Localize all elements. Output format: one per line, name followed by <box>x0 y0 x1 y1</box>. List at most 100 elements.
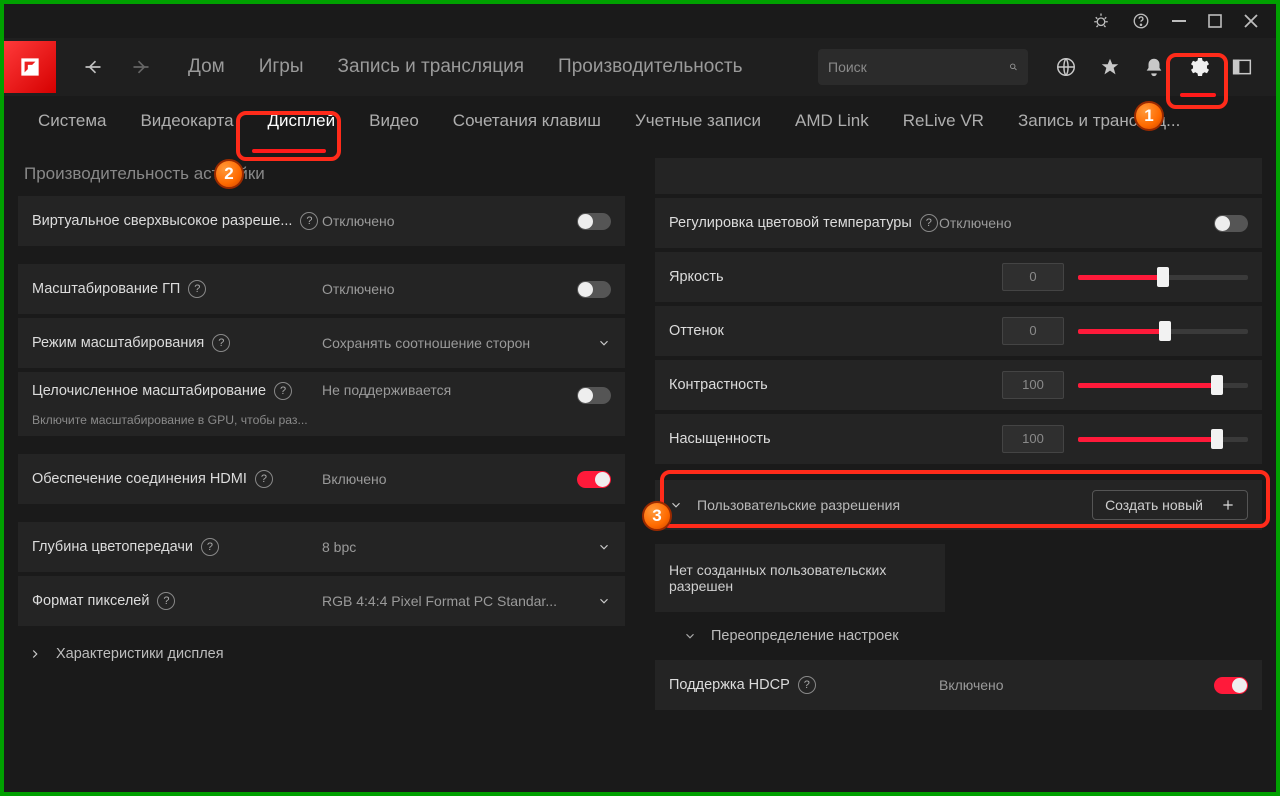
dock-icon[interactable] <box>1222 47 1262 87</box>
search-box[interactable] <box>818 49 1028 85</box>
chevron-down-icon <box>683 629 697 643</box>
create-new-button[interactable]: Создать новый <box>1092 490 1248 520</box>
row-hdcp: Поддержка HDCP? Включено <box>655 660 1262 714</box>
nav-stream[interactable]: Запись и трансляция <box>322 46 541 88</box>
label-contrast: Контрастность <box>669 377 768 393</box>
nav-back-button[interactable] <box>72 45 114 89</box>
row-depth[interactable]: Глубина цветопередачи? 8 bpc <box>18 522 625 576</box>
annotation-badge-3: 3 <box>642 501 672 531</box>
row-custom-resolutions[interactable]: Пользовательские разрешения Создать новы… <box>655 480 1262 530</box>
slider-hue[interactable] <box>1078 329 1248 334</box>
help-icon[interactable] <box>1132 12 1150 30</box>
search-input[interactable] <box>828 59 1009 75</box>
tab-relivevr[interactable]: ReLive VR <box>887 97 1000 145</box>
toggle-hdmi[interactable] <box>577 471 611 488</box>
section-title: Производительность астройки <box>18 158 625 196</box>
value-depth: 8 bpc <box>322 539 597 555</box>
chevron-down-icon <box>597 540 611 554</box>
help-icon[interactable]: ? <box>201 538 219 556</box>
minimize-icon[interactable] <box>1172 14 1186 28</box>
label-hue: Оттенок <box>669 323 724 339</box>
num-hue[interactable]: 0 <box>1002 317 1064 345</box>
search-icon <box>1009 59 1018 75</box>
sub-tabs: Система Видеокарта Дисплей Видео Сочетан… <box>4 96 1276 146</box>
bug-icon[interactable] <box>1092 12 1110 30</box>
slider-brightness[interactable] <box>1078 275 1248 280</box>
row-intscale: Целочисленное масштабирование? Не поддер… <box>18 372 625 440</box>
tab-display[interactable]: Дисплей <box>252 97 352 145</box>
tab-stream[interactable]: Запись и трансляц... <box>1002 97 1196 145</box>
num-brightness[interactable]: 0 <box>1002 263 1064 291</box>
toggle-vsr[interactable] <box>577 213 611 230</box>
help-icon[interactable]: ? <box>157 592 175 610</box>
label-saturation: Насыщенность <box>669 431 771 447</box>
label-gpuscale: Масштабирование ГП <box>32 281 180 297</box>
nav-performance[interactable]: Производительность <box>542 46 758 88</box>
help-icon[interactable]: ? <box>212 334 230 352</box>
label-pixfmt: Формат пикселей <box>32 593 149 609</box>
help-icon[interactable]: ? <box>274 382 292 400</box>
sub-intscale: Включите масштабирование в GPU, чтобы ра… <box>32 413 611 427</box>
row-pixfmt[interactable]: Формат пикселей? RGB 4:4:4 Pixel Format … <box>18 576 625 630</box>
annotation-badge-2: 2 <box>214 159 244 189</box>
label-depth: Глубина цветопередачи <box>32 539 193 555</box>
label-custom-res: Пользовательские разрешения <box>697 497 900 513</box>
toggle-hdcp[interactable] <box>1214 677 1248 694</box>
annotation-badge-1: 1 <box>1134 101 1164 131</box>
label-intscale: Целочисленное масштабирование <box>32 383 266 399</box>
num-contrast[interactable]: 100 <box>1002 371 1064 399</box>
help-icon[interactable]: ? <box>798 676 816 694</box>
toolbar-icons <box>1046 47 1262 87</box>
tab-amdlink[interactable]: AMD Link <box>779 97 885 145</box>
tab-system[interactable]: Система <box>22 97 122 145</box>
nav-home[interactable]: Дом <box>172 46 241 88</box>
tab-accounts[interactable]: Учетные записи <box>619 97 777 145</box>
top-toolbar: Дом Игры Запись и трансляция Производите… <box>4 38 1276 96</box>
tab-hotkeys[interactable]: Сочетания клавиш <box>437 97 617 145</box>
help-icon[interactable]: ? <box>255 470 273 488</box>
label-scalemode: Режим масштабирования <box>32 335 204 351</box>
star-icon[interactable] <box>1090 47 1130 87</box>
window-controls <box>4 4 1276 38</box>
row-temp: Регулировка цветовой температуры? Отключ… <box>655 198 1262 252</box>
amd-logo[interactable] <box>4 41 56 93</box>
help-icon[interactable]: ? <box>188 280 206 298</box>
tab-gpu[interactable]: Видеокарта <box>124 97 249 145</box>
nav-games[interactable]: Игры <box>243 46 320 88</box>
value-pixfmt: RGB 4:4:4 Pixel Format PC Standar... <box>322 593 597 609</box>
row-override[interactable]: Переопределение настроек <box>655 612 1262 660</box>
num-saturation[interactable]: 100 <box>1002 425 1064 453</box>
notice-no-custom: Нет созданных пользовательских разрешен <box>655 544 945 612</box>
bell-icon[interactable] <box>1134 47 1174 87</box>
tab-video[interactable]: Видео <box>353 97 435 145</box>
close-icon[interactable] <box>1244 14 1258 28</box>
label-override: Переопределение настроек <box>711 628 899 644</box>
maximize-icon[interactable] <box>1208 14 1222 28</box>
web-icon[interactable] <box>1046 47 1086 87</box>
annotation-underline-2 <box>252 149 326 153</box>
label-temp: Регулировка цветовой температуры <box>669 215 912 231</box>
toggle-gpuscale[interactable] <box>577 281 611 298</box>
row-saturation: Насыщенность 100 <box>655 414 1262 468</box>
app-root: Дом Игры Запись и трансляция Производите… <box>4 4 1276 792</box>
left-column: Производительность астройки Виртуальное … <box>18 158 625 780</box>
row-vsr: Виртуальное сверхвысокое разреше...? Отк… <box>18 196 625 250</box>
label-specs: Характеристики дисплея <box>56 646 224 662</box>
label-vsr: Виртуальное сверхвысокое разреше... <box>32 213 292 229</box>
toggle-temp[interactable] <box>1214 215 1248 232</box>
label-brightness: Яркость <box>669 269 724 285</box>
chevron-down-icon <box>597 594 611 608</box>
value-gpuscale: Отключено <box>322 281 577 297</box>
label-hdcp: Поддержка HDCP <box>669 677 790 693</box>
row-strip <box>655 158 1262 198</box>
slider-contrast[interactable] <box>1078 383 1248 388</box>
row-scalemode[interactable]: Режим масштабирования? Сохранять соотнош… <box>18 318 625 372</box>
nav-forward-button[interactable] <box>120 45 162 89</box>
help-icon[interactable]: ? <box>300 212 318 230</box>
toggle-intscale[interactable] <box>577 387 611 404</box>
chevron-down-icon <box>597 336 611 350</box>
row-display-specs[interactable]: Характеристики дисплея <box>18 630 625 678</box>
help-icon[interactable]: ? <box>920 214 938 232</box>
slider-saturation[interactable] <box>1078 437 1248 442</box>
settings-icon[interactable] <box>1178 47 1218 87</box>
